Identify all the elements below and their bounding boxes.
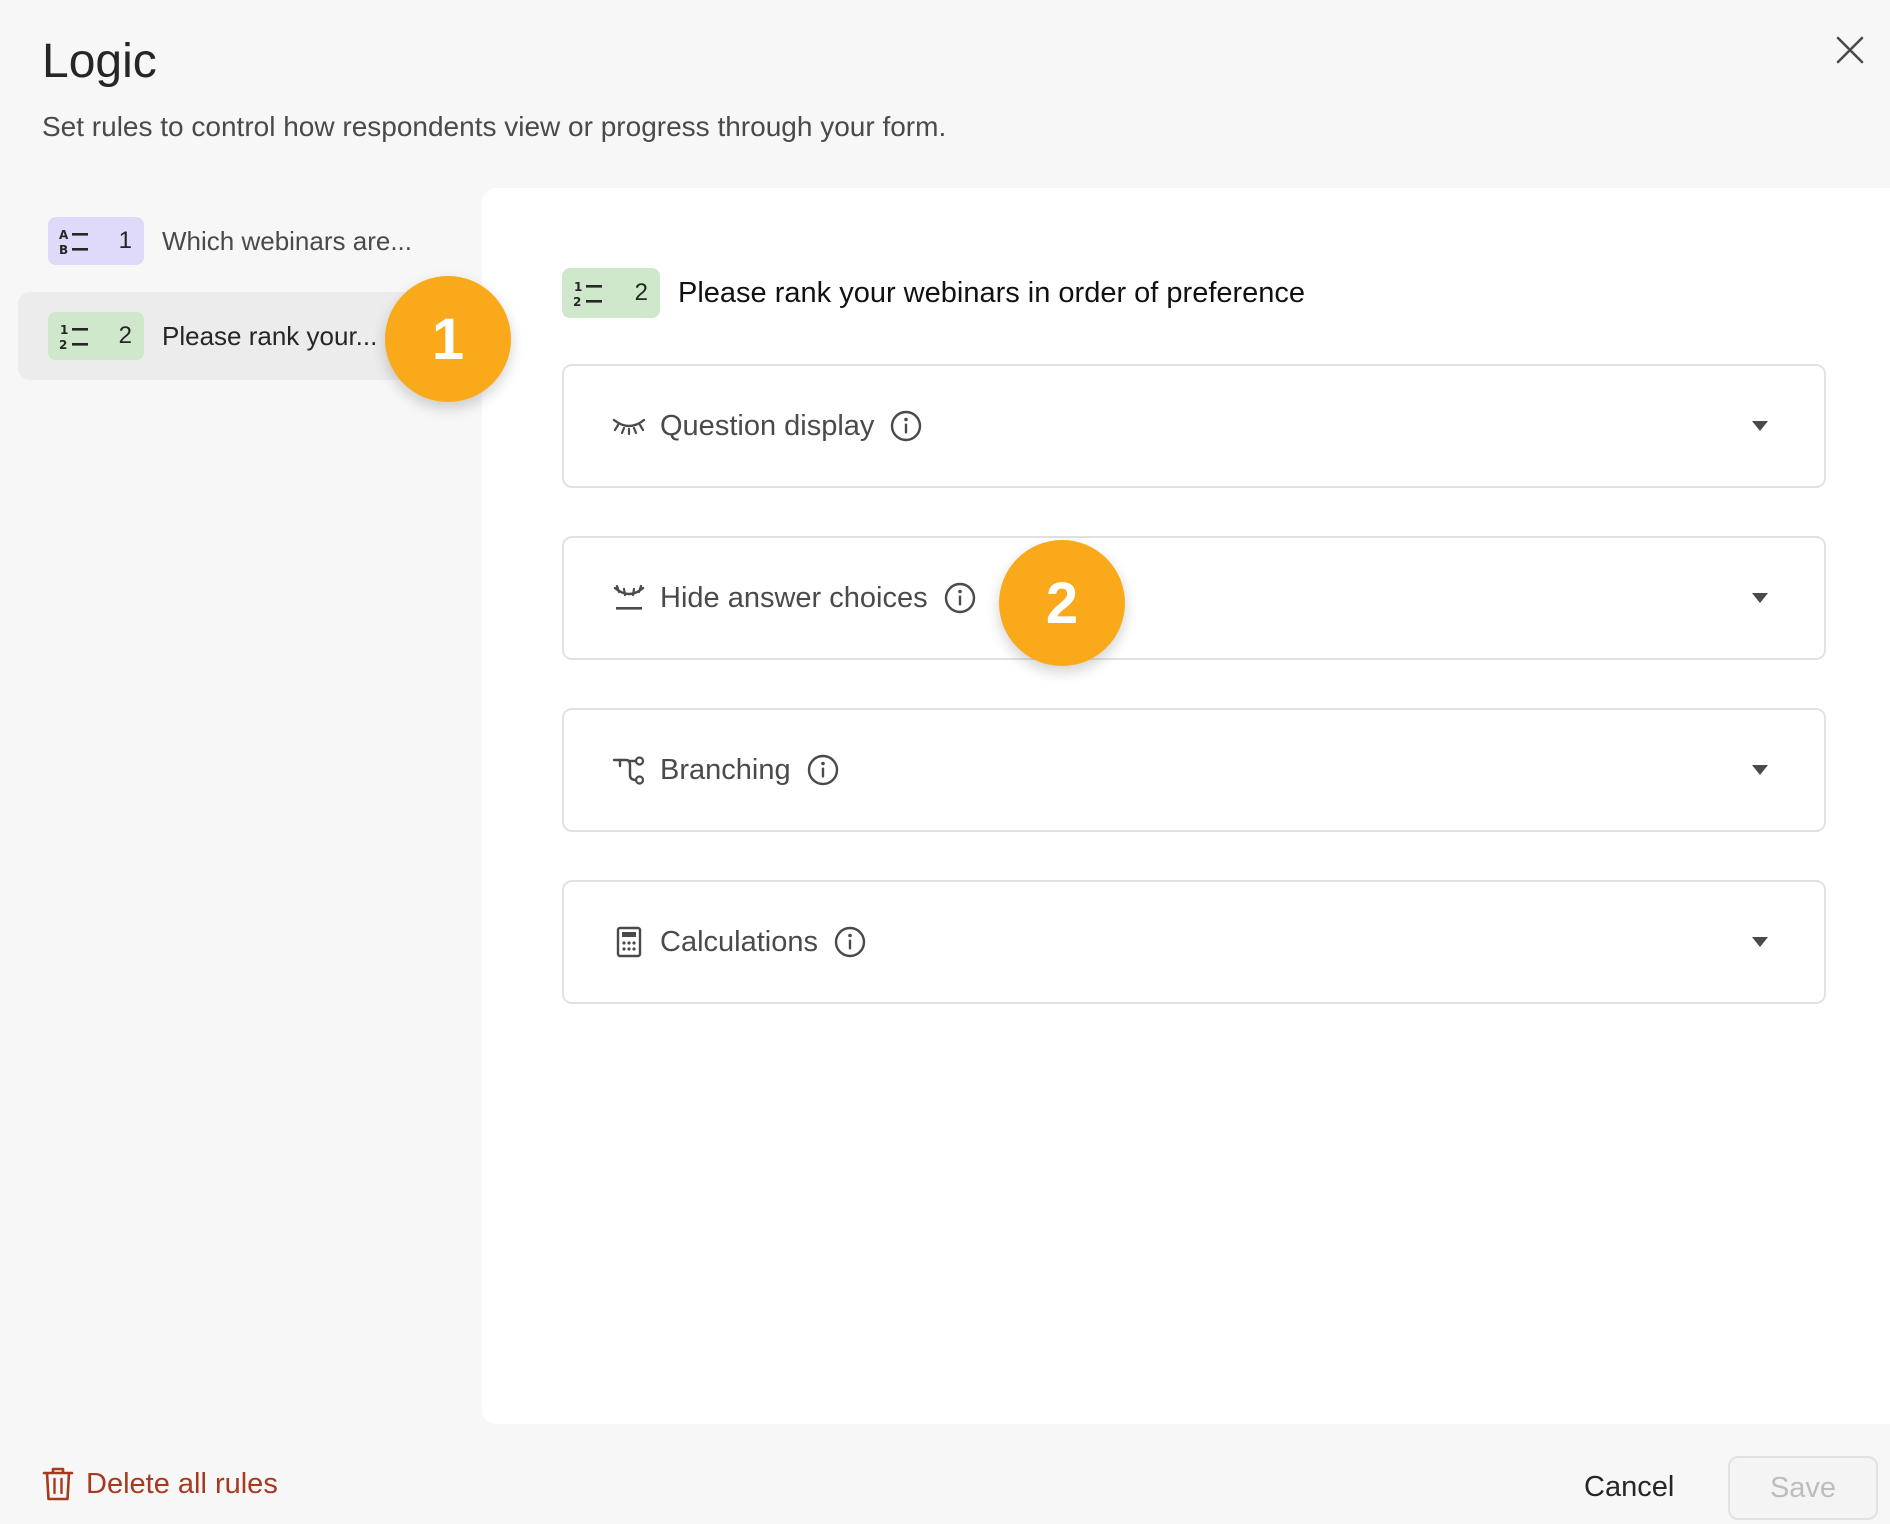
question-number: 1 bbox=[118, 227, 132, 254]
multiple-choice-icon: A B bbox=[59, 228, 88, 256]
logic-panel: 1 2 2 Please rank your webinars in order… bbox=[482, 188, 1890, 1424]
delete-all-rules-button[interactable]: Delete all rules bbox=[42, 1466, 278, 1502]
section-calculations[interactable]: Calculations bbox=[562, 880, 1826, 1004]
question-badge: 1 2 2 bbox=[48, 312, 144, 360]
svg-text:1: 1 bbox=[60, 323, 68, 337]
section-hide-answer-choices[interactable]: Hide answer choices bbox=[562, 536, 1826, 660]
trash-icon bbox=[42, 1467, 74, 1501]
calculator-icon bbox=[612, 925, 646, 959]
delete-all-rules-label: Delete all rules bbox=[86, 1467, 278, 1500]
branching-icon bbox=[612, 753, 646, 787]
question-number: 2 bbox=[118, 322, 132, 349]
eye-closed-icon bbox=[612, 409, 646, 443]
section-branching[interactable]: Branching bbox=[562, 708, 1826, 832]
sidebar-item-question-1[interactable]: A B 1 Which webinars are... bbox=[18, 200, 478, 282]
ranking-icon: 1 2 bbox=[573, 280, 602, 308]
section-label: Question display bbox=[660, 409, 875, 442]
svg-text:2: 2 bbox=[59, 338, 67, 351]
question-badge: A B 1 bbox=[48, 217, 144, 265]
close-icon bbox=[1836, 36, 1864, 64]
logic-modal: Logic Set rules to control how responden… bbox=[0, 0, 1890, 1524]
info-icon[interactable] bbox=[834, 926, 866, 958]
modal-subtitle: Set rules to control how respondents vie… bbox=[42, 111, 947, 142]
chevron-down-icon[interactable] bbox=[1750, 419, 1770, 433]
close-button[interactable] bbox=[1822, 22, 1878, 78]
info-icon[interactable] bbox=[807, 754, 839, 786]
cancel-button[interactable]: Cancel bbox=[1568, 1454, 1690, 1520]
svg-text:2: 2 bbox=[573, 295, 581, 308]
svg-text:1: 1 bbox=[574, 280, 582, 294]
info-icon[interactable] bbox=[944, 582, 976, 614]
ranking-icon: 1 2 bbox=[59, 323, 88, 351]
panel-question-title: Please rank your webinars in order of pr… bbox=[678, 276, 1306, 309]
svg-text:A: A bbox=[59, 228, 69, 242]
panel-question-header: 1 2 2 Please rank your webinars in order… bbox=[562, 268, 1305, 318]
chevron-down-icon[interactable] bbox=[1750, 763, 1770, 777]
section-label: Branching bbox=[660, 753, 791, 786]
hide-choices-icon bbox=[612, 581, 646, 615]
sidebar-item-label: Please rank your... bbox=[162, 320, 378, 351]
chevron-down-icon[interactable] bbox=[1750, 935, 1770, 949]
section-label: Hide answer choices bbox=[660, 581, 928, 614]
info-icon[interactable] bbox=[890, 410, 922, 442]
callout-badge-1: 1 bbox=[385, 276, 511, 402]
section-label: Calculations bbox=[660, 925, 818, 958]
chevron-down-icon[interactable] bbox=[1750, 591, 1770, 605]
callout-badge-2: 2 bbox=[999, 540, 1125, 666]
question-number: 2 bbox=[634, 279, 648, 306]
question-badge: 1 2 2 bbox=[562, 268, 660, 318]
svg-text:B: B bbox=[59, 243, 68, 256]
section-question-display[interactable]: Question display bbox=[562, 364, 1826, 488]
save-button[interactable]: Save bbox=[1728, 1456, 1878, 1520]
modal-title: Logic bbox=[42, 35, 157, 88]
sidebar-item-label: Which webinars are... bbox=[162, 225, 412, 256]
